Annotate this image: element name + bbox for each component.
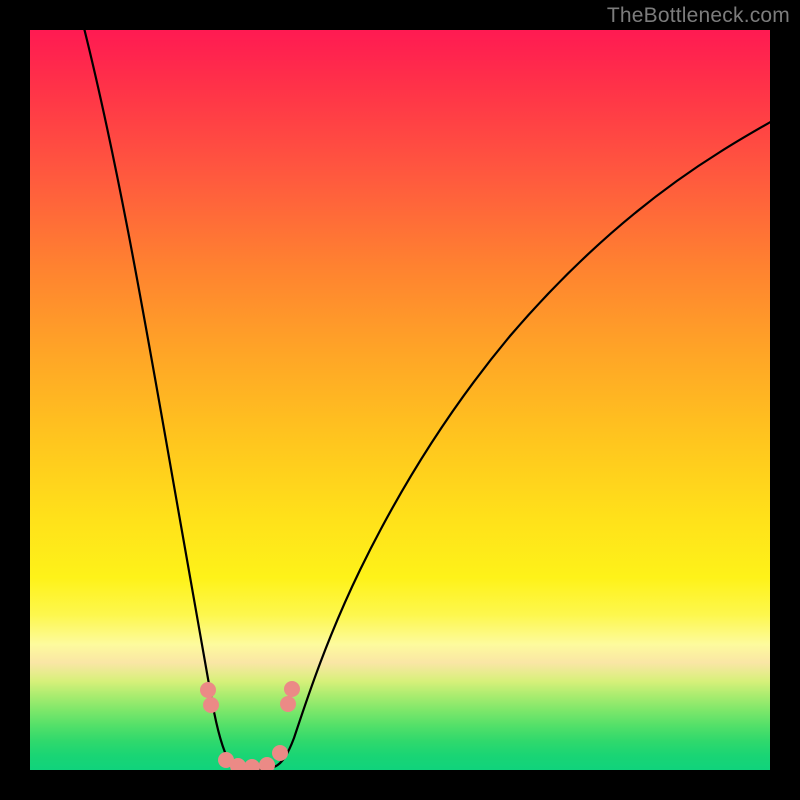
marker-dot [259,757,275,770]
curve-layer [30,30,770,770]
plot-area [30,30,770,770]
watermark-text: TheBottleneck.com [607,4,790,28]
marker-dot [200,682,216,698]
marker-dot [272,745,288,761]
chart-frame: TheBottleneck.com [0,0,800,800]
marker-dot [284,681,300,697]
marker-dot [280,696,296,712]
marker-dot [244,759,260,770]
bottleneck-curve [82,30,770,769]
marker-dot [203,697,219,713]
marker-group [200,681,300,770]
